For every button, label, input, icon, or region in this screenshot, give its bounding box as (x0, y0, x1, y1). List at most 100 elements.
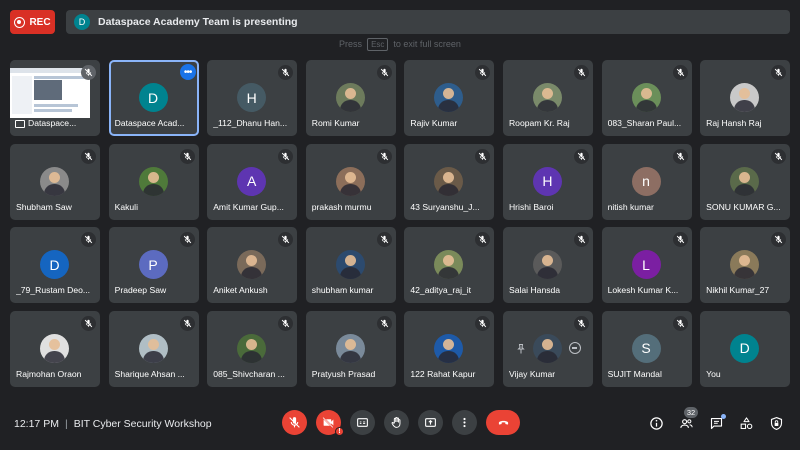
profile-photo (335, 166, 365, 196)
participant-name: 085_Shivcharan ... (213, 368, 285, 379)
participant-tile[interactable]: Pratyush Prasad (305, 310, 396, 387)
participant-tile[interactable]: SONU KUMAR G... (700, 143, 791, 220)
microphone-button[interactable] (282, 410, 307, 435)
participant-tile[interactable]: Rajmohan Oraon (10, 310, 100, 387)
meeting-info: 12:17 PM | BIT Cyber Security Workshop (14, 418, 212, 430)
muted-mic-icon (672, 65, 688, 80)
participant-tile[interactable]: 085_Shivcharan ... (207, 310, 298, 387)
participant-name: 122 Rahat Kapur (410, 368, 476, 379)
captions-button[interactable] (350, 410, 375, 435)
participant-tile[interactable]: D _79_Rustam Deo... (10, 227, 100, 304)
participant-tile[interactable]: H Hrishi Baroi (502, 143, 593, 220)
muted-mic-icon (179, 232, 195, 248)
profile-photo (335, 83, 365, 112)
more-options-button[interactable] (452, 410, 477, 435)
chat-notification-dot (721, 414, 726, 419)
recording-badge[interactable]: REC (10, 10, 55, 34)
participant-tile[interactable]: Raj Hansh Raj (700, 60, 791, 136)
participant-tile[interactable]: D ••• Dataspace Acad... (108, 60, 199, 136)
participant-tile[interactable]: 42_aditya_raj_it (404, 227, 495, 304)
record-icon (14, 16, 26, 28)
muted-mic-icon (475, 65, 491, 80)
participant-name: Dataspace... (28, 118, 77, 128)
muted-mic-icon (376, 65, 392, 80)
muted-mic-icon (81, 232, 96, 248)
participant-name: Romi Kumar (311, 118, 360, 128)
tile-more-options-icon[interactable]: ••• (179, 64, 196, 80)
profile-photo (434, 333, 464, 363)
participant-name: Amit Kumar Gup... (213, 201, 284, 212)
participant-tile[interactable]: S SUJIT Mandal (601, 310, 692, 387)
remove-icon[interactable] (568, 341, 581, 354)
participant-tile[interactable]: Romi Kumar (305, 60, 396, 136)
avatar: P (138, 250, 168, 280)
participant-tile[interactable]: n nitish kumar (601, 143, 692, 220)
participant-tile[interactable]: P Pradeep Saw (108, 227, 199, 304)
muted-mic-icon (672, 315, 688, 331)
raise-hand-button[interactable] (384, 410, 409, 435)
participant-tile[interactable]: shubham kumar (305, 227, 396, 304)
participant-tile[interactable]: Sharique Ahsan ... (108, 310, 199, 387)
participant-tile[interactable]: A Amit Kumar Gup... (207, 143, 298, 220)
profile-photo (730, 166, 760, 196)
avatar: H (532, 166, 562, 196)
bottom-bar: 12:17 PM | BIT Cyber Security Workshop ! (0, 400, 800, 450)
participant-tile[interactable]: Roopam Kr. Raj (502, 60, 593, 136)
muted-mic-icon (573, 65, 589, 80)
profile-photo (138, 166, 168, 196)
profile-photo (631, 83, 661, 112)
more-vertical-icon (463, 417, 466, 428)
people-icon (680, 419, 693, 428)
participant-tile[interactable]: 122 Rahat Kapur (404, 310, 495, 387)
participant-name: Roopam Kr. Raj (508, 118, 570, 128)
camera-alert-badge: ! (335, 427, 344, 436)
muted-mic-icon (573, 148, 589, 164)
avatar: H (237, 83, 267, 112)
profile-photo (40, 166, 69, 196)
participant-name: 42_aditya_raj_it (410, 285, 472, 296)
present-screen-icon (425, 418, 436, 427)
avatar: L (631, 250, 661, 280)
participant-tile[interactable]: D You (700, 310, 791, 387)
chat-button[interactable] (709, 414, 726, 431)
muted-mic-icon (278, 315, 294, 331)
camera-button[interactable]: ! (316, 410, 344, 436)
participant-name: Sharique Ahsan ... (114, 368, 185, 379)
participant-tile[interactable]: Salai Hansda (502, 227, 593, 304)
profile-photo (335, 250, 365, 280)
mic-off-icon (289, 417, 300, 428)
muted-mic-icon (573, 232, 589, 248)
muted-mic-icon (573, 315, 589, 331)
profile-photo (335, 333, 365, 363)
participant-name: Nikhil Kumar_27 (706, 285, 770, 296)
meeting-details-button[interactable] (649, 416, 664, 431)
pin-icon[interactable] (515, 342, 527, 354)
participant-tile[interactable]: Rajiv Kumar (404, 60, 495, 136)
people-button[interactable]: 32 (679, 407, 698, 431)
participant-name: Lokesh Kumar K... (607, 285, 679, 296)
esc-key: Esc (367, 37, 389, 51)
participant-name: Rajiv Kumar (410, 118, 458, 128)
participant-tile[interactable]: Vijay Kumar (502, 310, 593, 387)
participant-tile[interactable]: L Lokesh Kumar K... (601, 227, 692, 304)
participant-tile[interactable]: Kakuli (108, 143, 199, 220)
activities-button[interactable] (739, 416, 754, 431)
participant-tile[interactable]: prakash murmu (305, 143, 396, 220)
participant-tile[interactable]: 43 Suryanshu_J... (404, 143, 495, 220)
host-controls-button[interactable] (769, 416, 784, 431)
participant-tile[interactable]: Shubham Saw (10, 143, 100, 220)
participant-name: 43 Suryanshu_J... (410, 201, 480, 212)
participant-count-badge: 32 (684, 407, 698, 418)
side-controls: 32 (649, 407, 784, 431)
muted-mic-icon (475, 232, 491, 248)
muted-mic-icon (278, 148, 294, 164)
presenting-banner: D Dataspace Academy Team is presenting (66, 10, 790, 34)
participant-tile[interactable]: 083_Sharan Paul... (601, 60, 692, 136)
present-button[interactable] (418, 410, 443, 435)
participant-name: Pradeep Saw (114, 285, 167, 296)
participant-tile[interactable]: H _112_Dhanu Han... (207, 60, 298, 136)
leave-call-button[interactable] (486, 410, 520, 435)
participant-tile[interactable]: Nikhil Kumar_27 (700, 227, 791, 304)
participant-tile[interactable]: Dataspace... (10, 60, 100, 136)
participant-tile[interactable]: Aniket Ankush (207, 227, 298, 304)
